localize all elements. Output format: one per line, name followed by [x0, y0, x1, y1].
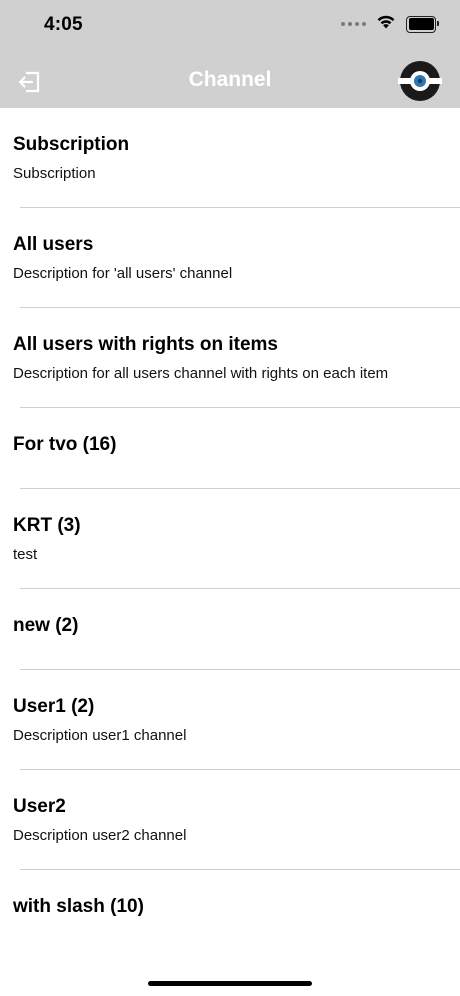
header: 4:05 Channel [0, 0, 460, 108]
list-item[interactable]: All users with rights on items Descripti… [0, 308, 460, 408]
channel-title: All users with rights on items [13, 334, 278, 355]
wifi-icon [376, 14, 396, 34]
channel-description: Subscription [13, 165, 96, 182]
page-title: Channel [188, 68, 272, 91]
status-time: 4:05 [44, 14, 83, 35]
list-item[interactable]: For tvo (16) [0, 408, 460, 489]
status-icons [341, 14, 439, 34]
channel-description: Description for 'all users' channel [13, 265, 233, 282]
navigation-bar: Channel [0, 54, 460, 108]
channel-description: Description user2 channel [13, 827, 187, 844]
channel-title: User1 (2) [13, 696, 95, 717]
list-item[interactable]: User1 (2) Description user1 channel [0, 670, 460, 770]
list-item[interactable]: All users Description for 'all users' ch… [0, 208, 460, 308]
cellular-dots-icon [341, 22, 366, 26]
channel-title: User2 [13, 796, 66, 817]
list-item[interactable]: new (2) [0, 589, 460, 670]
app-logo-icon[interactable] [398, 59, 442, 103]
channel-title: All users [13, 234, 94, 255]
channel-description: test [13, 546, 38, 563]
channel-title: For tvo (16) [13, 434, 117, 455]
channel-description: Description user1 channel [13, 727, 187, 744]
list-item[interactable]: KRT (3) test [0, 489, 460, 589]
list-item[interactable]: Subscription Subscription [0, 108, 460, 208]
battery-icon [406, 15, 439, 33]
channel-title: new (2) [13, 615, 79, 636]
channel-title: Subscription [13, 134, 130, 155]
channel-title: with slash (10) [13, 896, 144, 917]
channel-description: Description for all users channel with r… [13, 365, 389, 382]
home-indicator[interactable] [148, 981, 312, 986]
channel-screen: 4:05 Channel Subscription Subscription A… [0, 0, 460, 996]
channel-title: KRT (3) [13, 515, 81, 536]
list-item[interactable]: User2 Description user2 channel [0, 770, 460, 870]
channel-list: Subscription Subscription All users Desc… [0, 108, 460, 951]
list-item[interactable]: with slash (10) [0, 870, 460, 951]
